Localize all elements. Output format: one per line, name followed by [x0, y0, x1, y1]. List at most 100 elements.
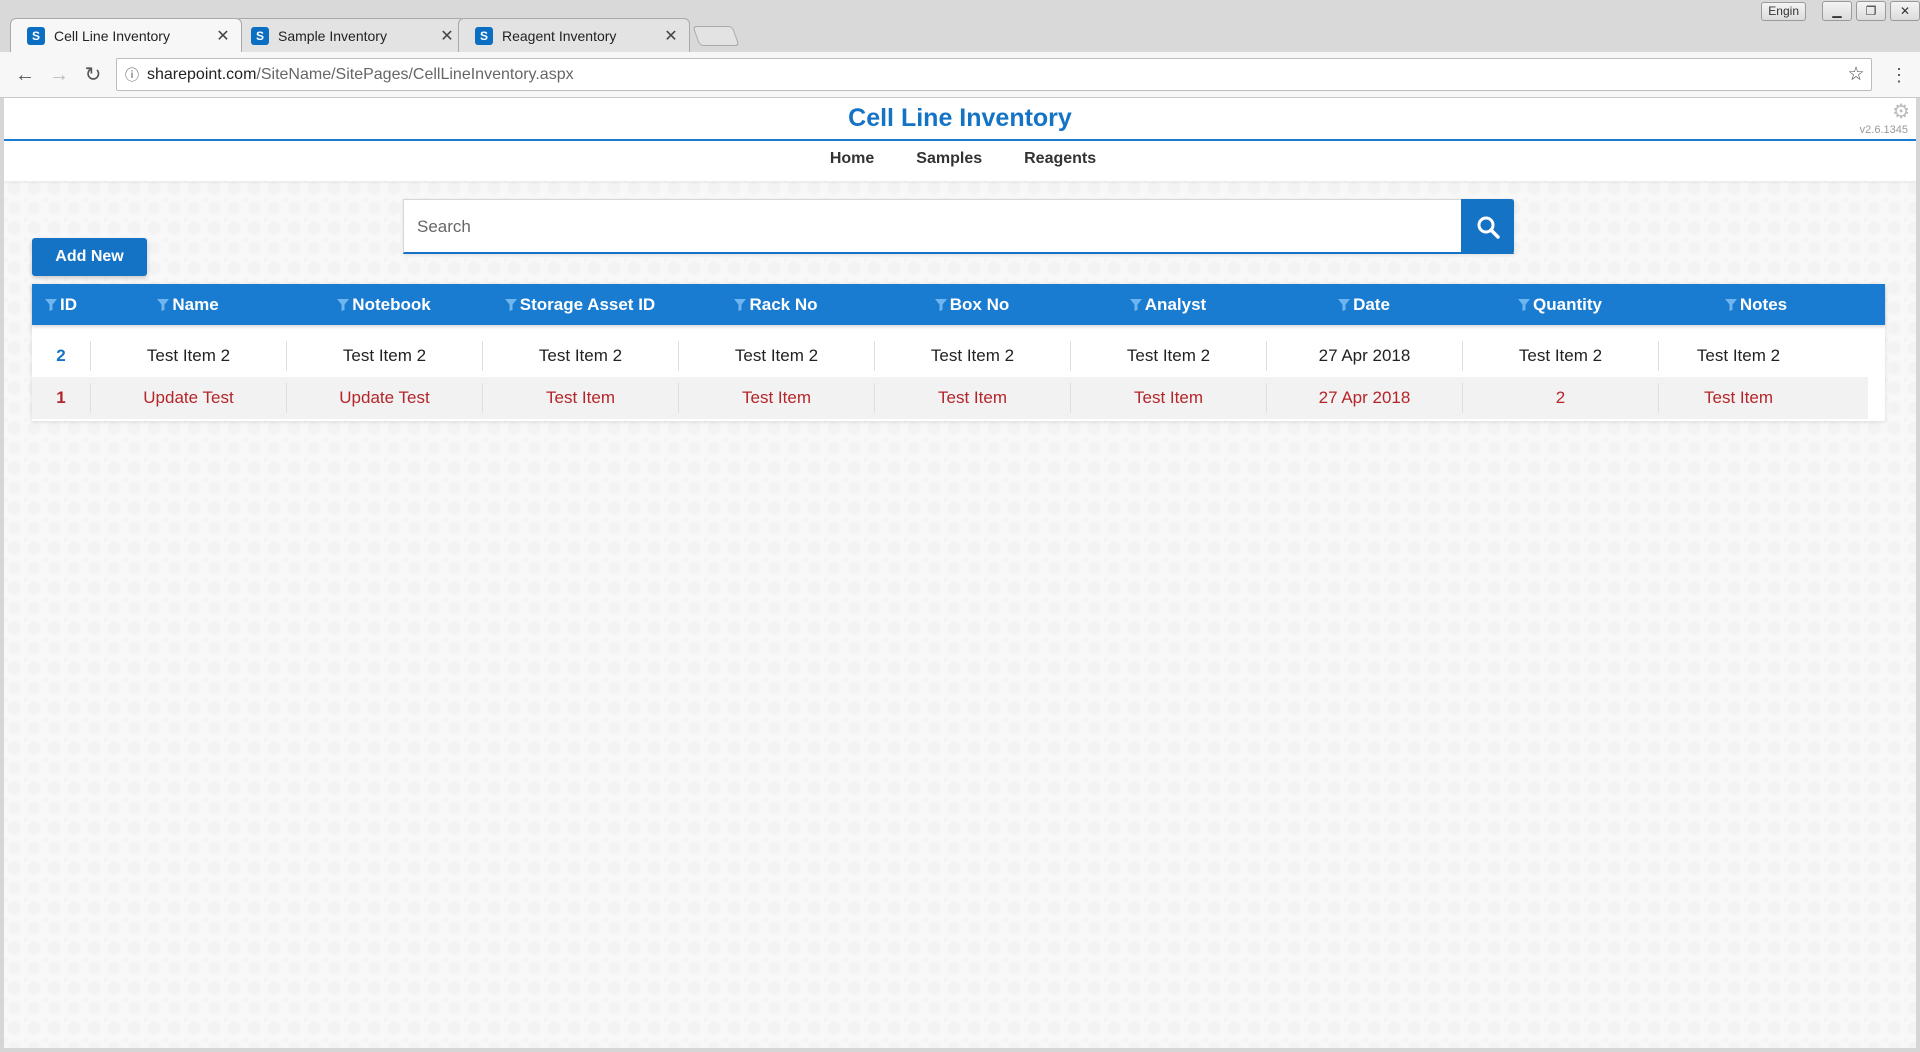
close-icon[interactable]: ✕	[215, 26, 231, 46]
filter-icon[interactable]	[45, 298, 57, 311]
filter-icon[interactable]	[1518, 298, 1531, 311]
cell-notebook: Update Test	[286, 383, 482, 413]
reload-icon[interactable]: ↻	[80, 62, 106, 88]
cell-date: 27 Apr 2018	[1266, 341, 1462, 371]
column-header-storage-asset-id[interactable]: Storage Asset ID	[482, 295, 678, 315]
cell-id[interactable]: 1	[32, 383, 90, 413]
cell-date: 27 Apr 2018	[1266, 383, 1462, 413]
filter-icon[interactable]	[157, 298, 170, 311]
browser-titlebar: S Cell Line Inventory ✕ S Sample Invento…	[0, 0, 1920, 52]
star-icon[interactable]: ☆	[1841, 63, 1871, 86]
column-label: Quantity	[1533, 294, 1602, 314]
cell-analyst: Test Item	[1070, 383, 1266, 413]
nav-item-home[interactable]: Home	[830, 150, 874, 168]
inventory-table: ID Name Notebook Storage Asset ID Rack No Box…	[32, 284, 1885, 421]
column-header-name[interactable]: Name	[90, 295, 286, 315]
cell-quantity: 2	[1462, 383, 1658, 413]
tab-strip: S Cell Line Inventory ✕ S Sample Invento…	[10, 18, 740, 52]
page-content: Cell Line Inventory ⚙ v2.6.1345 Home Sam…	[4, 98, 1916, 1048]
gear-icon[interactable]: ⚙	[1892, 99, 1910, 124]
table-body: 2 Test Item 2 Test Item 2 Test Item 2 Test I…	[32, 325, 1885, 419]
new-tab-button[interactable]	[692, 26, 740, 46]
url-text[interactable]: sharepoint.com/SiteName/SitePages/CellLi…	[147, 66, 1841, 84]
column-label: Rack No	[749, 294, 818, 314]
table-row[interactable]: 2 Test Item 2 Test Item 2 Test Item 2 Test I…	[32, 335, 1868, 377]
column-label: Notes	[1739, 294, 1788, 314]
column-header-analyst[interactable]: Analyst	[1070, 295, 1266, 315]
cell-notes: Test Item 2	[1658, 341, 1818, 371]
page-title: Cell Line Inventory	[848, 104, 1072, 132]
column-header-id[interactable]: ID	[32, 295, 90, 315]
add-new-button[interactable]: Add New	[32, 238, 147, 276]
cell-id[interactable]: 2	[32, 341, 90, 371]
cell-storage-asset-id: Test Item	[482, 383, 678, 413]
browser-toolbar: ← → ↻ ⓘ sharepoint.com/SiteName/SitePage…	[0, 52, 1920, 98]
tab-cell-line-inventory[interactable]: S Cell Line Inventory ✕	[10, 18, 242, 52]
tab-sample-inventory[interactable]: S Sample Inventory ✕	[234, 18, 466, 52]
nav-item-samples[interactable]: Samples	[916, 150, 982, 168]
column-header-rack-no[interactable]: Rack No	[678, 295, 874, 315]
tab-title: Cell Line Inventory	[54, 27, 170, 44]
column-label: Analyst	[1144, 294, 1207, 314]
search-input[interactable]	[404, 200, 1459, 253]
column-header-box-no[interactable]: Box No	[874, 295, 1070, 315]
cell-name: Update Test	[90, 383, 286, 413]
version-label: v2.6.1345	[1859, 124, 1908, 136]
sharepoint-icon: S	[251, 26, 269, 45]
profile-button[interactable]: Engin	[1761, 2, 1806, 21]
forward-arrow-icon[interactable]: →	[46, 62, 72, 88]
filter-icon[interactable]	[337, 298, 350, 311]
cell-rack-no: Test Item 2	[678, 341, 874, 371]
nav-item-reagents[interactable]: Reagents	[1024, 150, 1096, 168]
top-nav: Home Samples Reagents	[4, 150, 1916, 168]
menu-dots-icon[interactable]: ⋮	[1890, 62, 1908, 88]
close-icon[interactable]: ✕	[439, 26, 455, 46]
back-arrow-icon[interactable]: ←	[12, 62, 38, 88]
url-host: sharepoint.com	[147, 65, 257, 83]
column-label: Date	[1353, 294, 1390, 314]
cell-quantity: Test Item 2	[1462, 341, 1658, 371]
search-icon	[1477, 216, 1500, 239]
window-controls: Engin ▁ ❐ ✕	[1761, 0, 1920, 22]
filter-icon[interactable]	[734, 298, 747, 311]
filter-icon[interactable]	[934, 298, 947, 311]
cell-box-no: Test Item 2	[874, 341, 1070, 371]
cell-analyst: Test Item 2	[1070, 341, 1266, 371]
filter-icon[interactable]	[1129, 298, 1142, 311]
cell-rack-no: Test Item	[678, 383, 874, 413]
column-header-notes[interactable]: Notes	[1658, 295, 1854, 315]
cell-box-no: Test Item	[874, 383, 1070, 413]
search-button[interactable]	[1461, 199, 1514, 254]
column-label: Notebook	[352, 294, 431, 314]
minimize-button[interactable]: ▁	[1822, 1, 1852, 21]
table-header: ID Name Notebook Storage Asset ID Rack No Box…	[32, 284, 1885, 325]
cell-storage-asset-id: Test Item 2	[482, 341, 678, 371]
address-bar[interactable]: ⓘ sharepoint.com/SiteName/SitePages/Cell…	[116, 58, 1872, 91]
close-icon[interactable]: ✕	[663, 26, 679, 46]
column-header-quantity[interactable]: Quantity	[1462, 295, 1658, 315]
column-label: ID	[60, 294, 77, 314]
filter-icon[interactable]	[504, 298, 517, 311]
app-header: Cell Line Inventory ⚙ v2.6.1345 Home Sam…	[4, 98, 1916, 181]
cell-notebook: Test Item 2	[286, 341, 482, 371]
info-icon[interactable]: ⓘ	[117, 65, 147, 85]
search-box	[403, 199, 1514, 254]
sharepoint-icon: S	[475, 26, 493, 45]
tab-title: Sample Inventory	[278, 27, 387, 44]
maximize-button[interactable]: ❐	[1856, 1, 1886, 21]
table-row[interactable]: 1 Update Test Update Test Test Item Test Ite…	[32, 377, 1868, 419]
filter-icon[interactable]	[1338, 298, 1351, 311]
tab-reagent-inventory[interactable]: S Reagent Inventory ✕	[458, 18, 690, 52]
close-window-button[interactable]: ✕	[1890, 1, 1920, 21]
column-label: Box No	[949, 294, 1010, 314]
cell-notes: Test Item	[1658, 383, 1818, 413]
column-label: Storage Asset ID	[519, 294, 656, 314]
column-header-date[interactable]: Date	[1266, 295, 1462, 315]
column-label: Name	[172, 294, 219, 314]
filter-icon[interactable]	[1724, 298, 1737, 311]
title-divider	[4, 139, 1916, 141]
column-header-notebook[interactable]: Notebook	[286, 295, 482, 315]
cell-name: Test Item 2	[90, 341, 286, 371]
sharepoint-icon: S	[27, 26, 45, 45]
url-path: /SiteName/SitePages/CellLineInventory.as…	[256, 65, 574, 83]
